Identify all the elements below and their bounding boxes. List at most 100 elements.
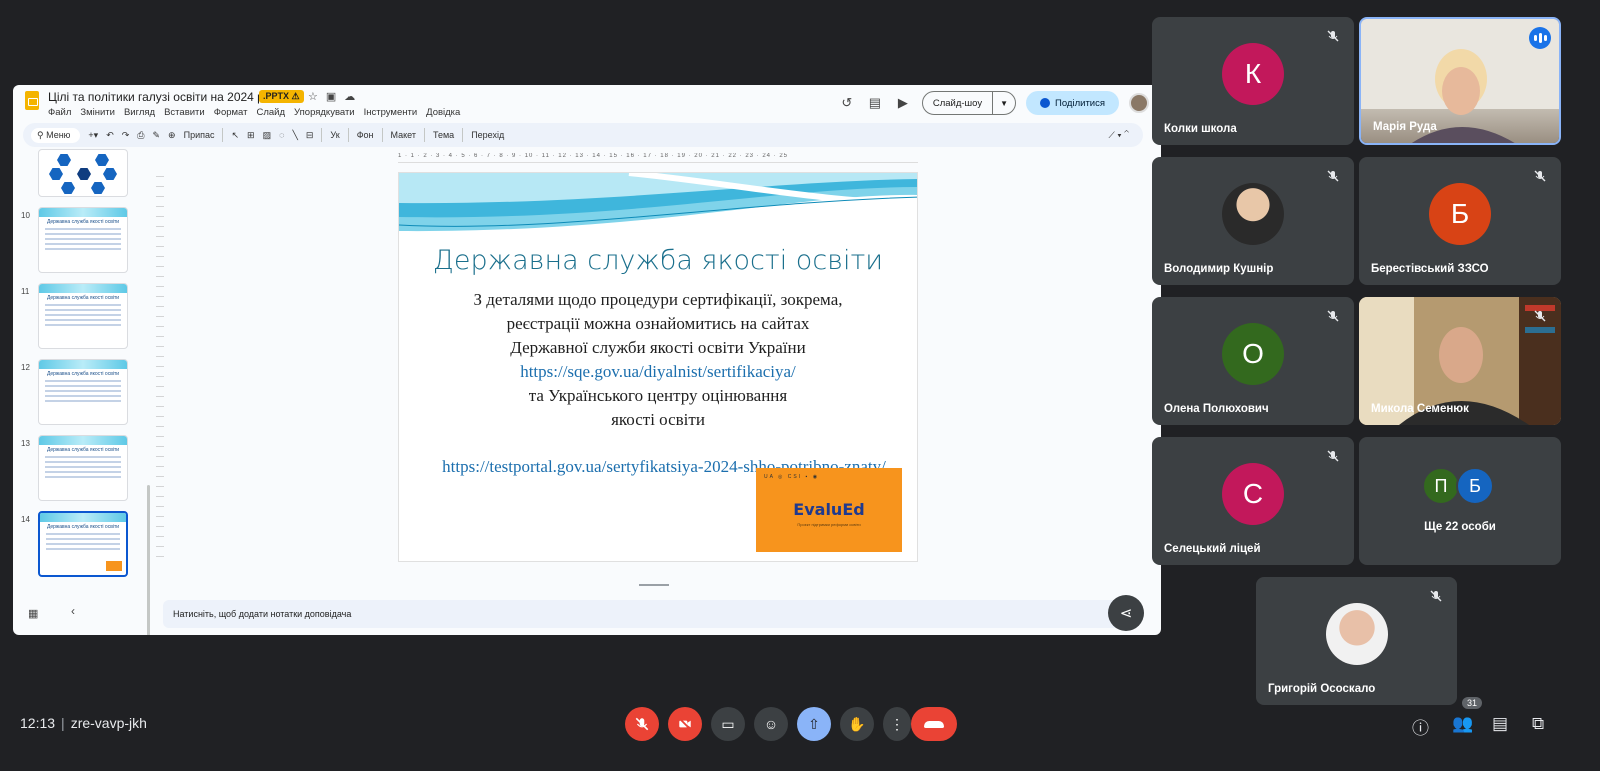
thumbnail-number: 14: [21, 515, 30, 524]
participant-tile[interactable]: Григорій Ососкало: [1256, 577, 1457, 705]
avatar: С: [1222, 463, 1284, 525]
mic-off-icon: [1327, 30, 1339, 42]
presented-screen: Цілі та політики галузі освіти на 2024 р…: [13, 85, 1161, 635]
thumbnail-title: Державна служба якості освіти: [46, 524, 120, 530]
fit-dropdown[interactable]: Припас: [184, 130, 215, 140]
slideshow-button[interactable]: Слайд-шоу ▼: [921, 91, 1017, 115]
menu-arrange[interactable]: Упорядкувати: [294, 107, 355, 118]
comment-add-icon[interactable]: ⊟: [306, 130, 314, 141]
vertical-ruler: [156, 167, 164, 557]
share-icon[interactable]: ⋖: [1108, 595, 1144, 631]
redo-icon[interactable]: ↷: [122, 130, 130, 141]
account-avatar[interactable]: [1129, 93, 1149, 113]
menu-edit[interactable]: Змінити: [80, 107, 115, 118]
body-line: якості освіти: [611, 410, 705, 429]
present-button[interactable]: ⇧: [797, 707, 831, 741]
menu-search[interactable]: ⚲ Меню: [31, 127, 81, 143]
people-icon[interactable]: 👥: [1452, 714, 1473, 734]
history-icon[interactable]: ↺: [838, 95, 856, 111]
select-icon[interactable]: ↖: [231, 130, 239, 141]
menu-view[interactable]: Вигляд: [124, 107, 155, 118]
camera-off-button[interactable]: [668, 707, 702, 741]
print-icon[interactable]: ⎙: [137, 130, 144, 141]
mic-off-icon: [1327, 310, 1339, 322]
thumbnail-13[interactable]: Державна служба якості освіти: [38, 435, 128, 501]
chevron-left-icon[interactable]: ‹: [71, 604, 75, 618]
slides-doc-icon: [25, 91, 39, 110]
line-icon[interactable]: ╲: [292, 130, 297, 141]
more-participants-tile[interactable]: П Б Ще 22 особи: [1359, 437, 1561, 565]
slide-canvas[interactable]: Державна служба якості освіти З деталями…: [398, 172, 918, 562]
captions-button[interactable]: ▭: [711, 707, 745, 741]
thumbnail-12[interactable]: Державна служба якості освіти: [38, 359, 128, 425]
menu-tools[interactable]: Інструменти: [364, 107, 418, 118]
thumbnail-11[interactable]: Державна служба якості освіти: [38, 283, 128, 349]
participant-tile[interactable]: Микола Семенюк: [1359, 297, 1561, 425]
slideshow-label[interactable]: Слайд-шоу: [923, 92, 994, 114]
share-button[interactable]: Поділитися: [1026, 91, 1119, 115]
raise-hand-button[interactable]: ✋: [840, 707, 874, 741]
participant-tile[interactable]: Володимир Кушнір: [1152, 157, 1354, 285]
cloud-icon[interactable]: ☁: [344, 90, 355, 103]
meeting-code[interactable]: zre-vavp-jkh: [71, 715, 147, 731]
grid-view-icon[interactable]: ▦: [28, 607, 38, 620]
reactions-button[interactable]: ☺: [754, 707, 788, 741]
folder-icon[interactable]: ▣: [326, 90, 336, 103]
mic-off-icon: [1534, 170, 1546, 182]
mic-off-button[interactable]: [625, 707, 659, 741]
camera-icon[interactable]: ▶: [894, 95, 912, 111]
thumbnail-title: Державна служба якості освіти: [46, 447, 120, 453]
image-icon[interactable]: ▨: [263, 130, 272, 141]
menu-help[interactable]: Довідка: [426, 107, 460, 118]
emoji-icon: ☺: [763, 716, 779, 732]
menu-format[interactable]: Формат: [214, 107, 248, 118]
evalued-logo: UA ◎ CSI ▪ ◉ EvaluEd Проєкт підтримки ре…: [756, 468, 902, 552]
info-icon[interactable]: ⓘ: [1412, 714, 1429, 739]
speaker-notes[interactable]: Натисніть, щоб додати нотатки доповідача: [163, 600, 1138, 628]
participant-name: Микола Семенюк: [1371, 403, 1469, 415]
menu-bar: Файл Змінити Вигляд Вставити Формат Слай…: [48, 107, 460, 118]
zoom-icon[interactable]: ⊕: [168, 130, 176, 141]
theme-button[interactable]: Тема: [433, 130, 454, 140]
end-call-button[interactable]: [911, 707, 957, 741]
thumbnail-10[interactable]: Державна служба якості освіти: [38, 207, 128, 273]
textbox-icon[interactable]: ⊞: [247, 130, 255, 141]
layout-button[interactable]: Макет: [391, 130, 416, 140]
star-icon[interactable]: ☆: [308, 90, 318, 103]
body-line: З деталями щодо процедури сертифікації, …: [473, 290, 843, 309]
background-button[interactable]: Фон: [357, 130, 374, 140]
avatar: [1222, 183, 1284, 245]
activities-icon[interactable]: ⧉: [1532, 714, 1544, 734]
divider: [462, 128, 464, 142]
more-options-button[interactable]: ⋮: [883, 707, 911, 741]
participant-tile[interactable]: Марія Руда: [1359, 17, 1561, 145]
chevron-down-icon[interactable]: ▼: [993, 99, 1015, 108]
transition-button[interactable]: Перехід: [471, 130, 504, 140]
participant-name: Берестівський ЗЗСО: [1371, 263, 1489, 275]
menu-insert[interactable]: Вставити: [164, 107, 205, 118]
document-title[interactable]: Цілі та політики галузі освіти на 2024 р…: [48, 90, 272, 104]
shape-icon[interactable]: ◌: [279, 130, 284, 140]
font-dropdown[interactable]: Ук: [330, 130, 339, 140]
add-icon[interactable]: +▾: [88, 130, 98, 141]
menu-slide[interactable]: Слайд: [256, 107, 285, 118]
thumbnail-14[interactable]: Державна служба якості освіти: [38, 511, 128, 577]
menu-file[interactable]: Файл: [48, 107, 71, 118]
phone-hangup-icon: [924, 720, 944, 728]
paint-format-icon[interactable]: ✎: [153, 130, 161, 141]
participant-tile[interactable]: К Колки школа: [1152, 17, 1354, 145]
participant-tile[interactable]: С Селецький ліцей: [1152, 437, 1354, 565]
participant-name: Олена Полюхович: [1164, 403, 1269, 415]
notes-resize-handle[interactable]: [639, 584, 669, 586]
mic-off-icon: [1327, 170, 1339, 182]
avatar: Б: [1429, 183, 1491, 245]
chat-icon[interactable]: ▤: [1492, 714, 1508, 734]
participant-tile[interactable]: Б Берестівський ЗЗСО: [1359, 157, 1561, 285]
sqe-link[interactable]: https://sqe.gov.ua/diyalnist/sertifikaci…: [419, 360, 897, 384]
thumbnail-scrollbar[interactable]: [147, 485, 150, 635]
participant-tile[interactable]: О Олена Полюхович: [1152, 297, 1354, 425]
comment-icon[interactable]: ▤: [866, 95, 884, 111]
undo-icon[interactable]: ↶: [106, 130, 114, 141]
pen-icon[interactable]: ⟋ ▾ ⌃: [1108, 130, 1129, 141]
thumbnail-9[interactable]: [38, 149, 128, 197]
